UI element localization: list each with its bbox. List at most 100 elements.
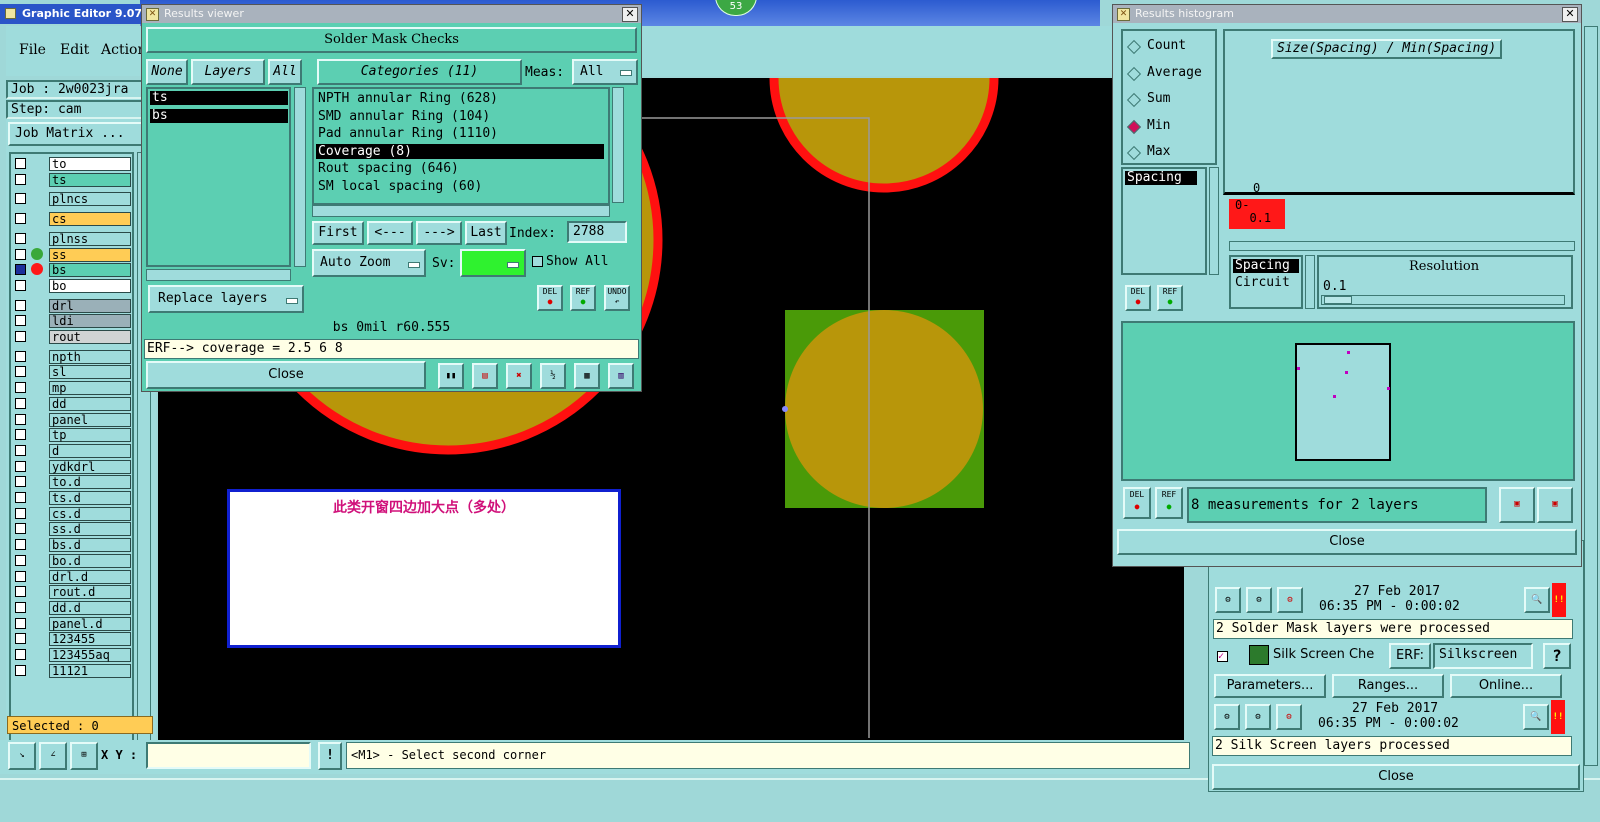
histogram-bin[interactable]: 0- 0.1 bbox=[1229, 199, 1285, 229]
layer-checkbox[interactable] bbox=[15, 539, 26, 551]
report-icon[interactable]: ▤ bbox=[472, 363, 498, 389]
layer-checkbox[interactable] bbox=[15, 193, 26, 205]
layer-row[interactable]: bs.d bbox=[11, 537, 132, 553]
layer-checkbox[interactable] bbox=[15, 633, 26, 645]
layer-checkbox[interactable] bbox=[15, 617, 26, 629]
layer-checkbox[interactable] bbox=[15, 507, 26, 519]
run-all-icon[interactable]: ⚙ bbox=[1246, 587, 1272, 613]
parameters-button-2[interactable]: Parameters... bbox=[1214, 674, 1326, 698]
layer-row[interactable]: cs.d bbox=[11, 506, 132, 521]
ranges-button-2[interactable]: Ranges... bbox=[1332, 674, 1444, 698]
stats-icon[interactable]: ▮▮ bbox=[438, 363, 464, 389]
category-item[interactable]: Coverage (8) bbox=[316, 143, 604, 159]
run-icon-2[interactable]: ⚙ bbox=[1214, 704, 1240, 730]
show-all-checkbox[interactable] bbox=[532, 256, 543, 267]
footer-ref-icon[interactable]: REF ● bbox=[1155, 487, 1183, 519]
layer-checkbox[interactable] bbox=[15, 350, 26, 362]
layer-checkbox[interactable] bbox=[15, 460, 26, 472]
layer-checkbox[interactable] bbox=[15, 397, 26, 409]
erf-button[interactable]: ERF: bbox=[1389, 643, 1431, 669]
layer-row[interactable]: mp bbox=[11, 380, 132, 396]
layer-row[interactable]: tp bbox=[11, 427, 132, 443]
silk-checkbox[interactable]: ✓ bbox=[1217, 651, 1228, 662]
category-item[interactable]: Rout spacing (646) bbox=[316, 161, 604, 176]
category-item[interactable]: NPTH annular Ring (628) bbox=[316, 91, 604, 106]
layer-row[interactable]: npth bbox=[11, 349, 132, 364]
auto-zoom-select[interactable]: Auto Zoom bbox=[312, 249, 426, 277]
layer-row[interactable]: drl bbox=[11, 298, 132, 313]
layer-checkbox[interactable] bbox=[15, 664, 26, 676]
mode-radio[interactable]: Min bbox=[1126, 117, 1213, 135]
del-icon[interactable]: DEL ● bbox=[537, 285, 563, 311]
hist-del-icon[interactable]: DEL ● bbox=[1125, 285, 1151, 311]
layer-row[interactable]: cs bbox=[11, 211, 132, 227]
meas-type-scrollbar[interactable] bbox=[1305, 255, 1315, 309]
category-item[interactable]: SM local spacing (60) bbox=[316, 179, 604, 194]
resolution-slider[interactable] bbox=[1321, 295, 1565, 305]
run-icon[interactable]: ⚙ bbox=[1215, 587, 1241, 613]
mode-radio[interactable]: Average bbox=[1126, 64, 1213, 82]
erf-value[interactable]: Silkscreen bbox=[1433, 643, 1533, 669]
layer-list-vscroll[interactable] bbox=[294, 87, 306, 267]
meas-type-circuit[interactable]: Circuit bbox=[1233, 276, 1299, 290]
layer-checkbox[interactable] bbox=[15, 248, 26, 260]
layer-checkbox[interactable] bbox=[15, 232, 26, 244]
layer-row[interactable]: plncs bbox=[11, 191, 132, 207]
close-icon[interactable]: ✕ bbox=[1562, 7, 1578, 22]
layer-row[interactable]: sl bbox=[11, 364, 132, 380]
meas-select[interactable]: All bbox=[572, 59, 638, 85]
layer-checkbox[interactable] bbox=[15, 331, 26, 342]
category-vscroll[interactable] bbox=[612, 87, 624, 203]
prev-button[interactable]: <--- bbox=[367, 221, 413, 245]
mode-radio[interactable]: Count bbox=[1126, 37, 1213, 55]
layer-row[interactable]: ldi bbox=[11, 313, 132, 329]
layer-checkbox[interactable] bbox=[15, 523, 26, 535]
layer-checkbox[interactable] bbox=[15, 476, 26, 488]
stop-icon-2[interactable]: ⚙ bbox=[1276, 704, 1302, 730]
measure-item-spacing[interactable]: Spacing bbox=[1125, 171, 1197, 185]
first-button[interactable]: First bbox=[312, 221, 364, 245]
layer-checkbox[interactable] bbox=[15, 382, 26, 394]
measure-list-scrollbar[interactable] bbox=[1209, 167, 1219, 275]
menu-action[interactable]: Action bbox=[101, 42, 147, 58]
layer-row[interactable]: drl.d bbox=[11, 569, 132, 584]
layer-checkbox[interactable] bbox=[15, 315, 26, 327]
viewer-close-button[interactable]: Close bbox=[146, 361, 426, 389]
layer-row[interactable]: bs bbox=[11, 262, 132, 278]
histogram-icon[interactable]: ▥ bbox=[608, 363, 634, 389]
mode-radio[interactable]: Sum bbox=[1126, 90, 1213, 108]
undo-icon[interactable]: UNDO ↶ bbox=[604, 285, 630, 311]
footer-del-icon[interactable]: DEL ● bbox=[1123, 487, 1151, 519]
layer-row[interactable]: 123455aq bbox=[11, 647, 132, 662]
layer-checkbox[interactable] bbox=[15, 554, 26, 566]
none-button[interactable]: None bbox=[146, 59, 188, 85]
layer-row[interactable]: dd.d bbox=[11, 600, 132, 615]
layer-checkbox[interactable] bbox=[15, 586, 26, 598]
category-item[interactable]: Pad annular Ring (1110) bbox=[316, 126, 604, 141]
zoom-result-icon-2[interactable]: 🔍 bbox=[1523, 704, 1549, 730]
all-button[interactable]: All bbox=[268, 59, 302, 85]
histogram-close-button[interactable]: Close bbox=[1117, 529, 1577, 555]
export-icon[interactable]: ▣ bbox=[1499, 487, 1535, 523]
layer-checkbox[interactable] bbox=[15, 649, 26, 660]
category-hscroll[interactable] bbox=[312, 205, 610, 217]
close-icon[interactable]: ✕ bbox=[622, 7, 638, 22]
notes-icon[interactable]: ▦ bbox=[574, 363, 600, 389]
layers-button[interactable]: Layers bbox=[191, 59, 265, 85]
grid-tool-icon[interactable]: ⊞ bbox=[70, 742, 98, 770]
hist-ref-icon[interactable]: REF ● bbox=[1157, 285, 1183, 311]
layer-row[interactable]: rout.d bbox=[11, 584, 132, 600]
layer-row[interactable]: 11121 bbox=[11, 663, 132, 678]
layer-row[interactable]: panel bbox=[11, 412, 132, 427]
layer-row[interactable]: plnss bbox=[11, 231, 132, 246]
stop-icon[interactable]: ⚙ bbox=[1277, 587, 1303, 613]
next-button[interactable]: ---> bbox=[416, 221, 462, 245]
layer-row[interactable]: ss.d bbox=[11, 521, 132, 537]
meas-type-spacing[interactable]: Spacing bbox=[1233, 259, 1299, 273]
import-icon[interactable]: ▣ bbox=[1537, 487, 1573, 523]
layer-checkbox[interactable] bbox=[15, 444, 26, 456]
menu-file[interactable]: File bbox=[19, 42, 46, 58]
menu-edit[interactable]: Edit bbox=[60, 42, 89, 58]
categories-button[interactable]: Categories (11) bbox=[317, 59, 522, 85]
step-icon[interactable]: ½ bbox=[540, 363, 566, 389]
